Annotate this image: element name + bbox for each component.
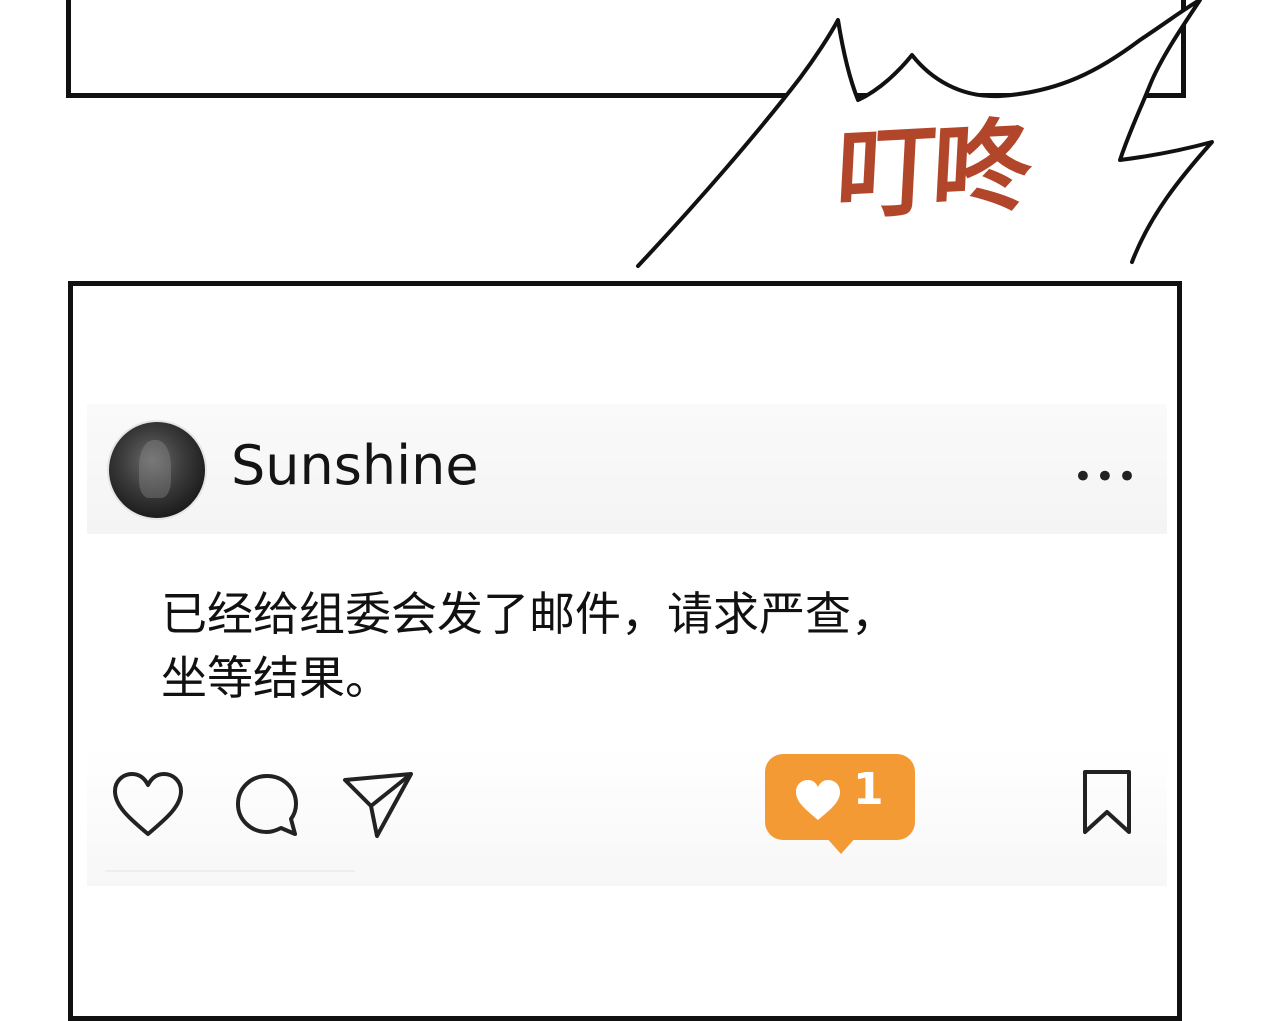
post-text: 已经给组委会发了邮件，请求严查， 坐等结果。 <box>161 587 897 705</box>
heart-notification-icon <box>796 780 840 820</box>
post-username[interactable]: Sunshine <box>231 434 479 499</box>
notification-badge-tail <box>825 836 857 854</box>
comment-icon[interactable] <box>231 770 303 842</box>
sound-effect-text: 叮咚 <box>833 105 1031 235</box>
post-header: Sunshine ••• <box>87 404 1167 534</box>
more-icon[interactable]: ••• <box>1073 460 1139 494</box>
send-icon[interactable] <box>341 768 417 840</box>
bookmark-icon[interactable] <box>1077 768 1137 838</box>
heart-icon[interactable] <box>109 770 187 840</box>
avatar[interactable] <box>107 420 207 520</box>
post-actions-bar: 1 <box>87 746 1167 886</box>
top-comic-panel <box>66 0 1186 98</box>
social-post-panel: Sunshine ••• 已经给组委会发了邮件，请求严查， 坐等结果。 1 <box>68 281 1182 1021</box>
divider <box>105 870 355 872</box>
notification-count: 1 <box>853 764 884 815</box>
like-notification-badge[interactable]: 1 <box>765 754 915 840</box>
